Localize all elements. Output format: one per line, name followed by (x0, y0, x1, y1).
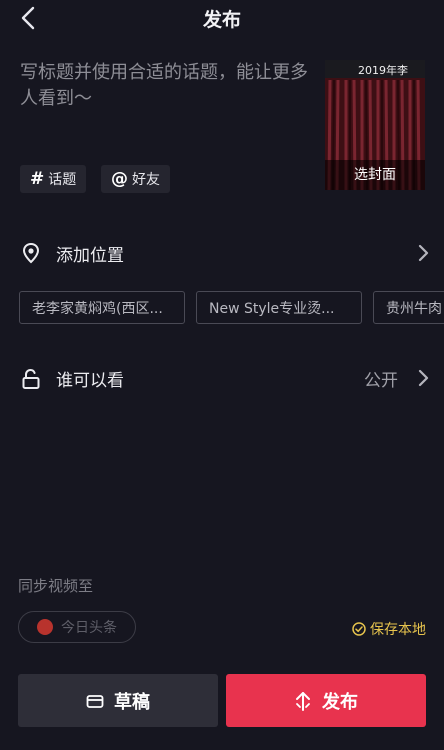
save-local-label: 保存本地 (370, 622, 426, 638)
hashtag-chip[interactable]: # 话题 (20, 165, 87, 193)
location-suggestion[interactable]: 贵州牛肉 (373, 291, 444, 324)
save-local-toggle[interactable]: 保存本地 (352, 619, 426, 639)
toutiao-label: 今日头条 (61, 620, 117, 636)
svg-text:2019年李: 2019年李 (358, 63, 408, 77)
add-location-label: 添加位置 (56, 245, 124, 266)
sync-toutiao-toggle[interactable]: 今日头条 (18, 611, 136, 643)
hashtag-chip-label: 话题 (48, 172, 77, 188)
mention-icon: @ (111, 169, 128, 189)
caption-input[interactable]: 写标题并使用合适的话题，能让更多人看到～ (20, 60, 316, 112)
add-location-row[interactable]: 添加位置 (0, 233, 444, 273)
location-suggestion[interactable]: New Style专业烫... (196, 291, 362, 324)
publish-button-label: 发布 (322, 691, 358, 713)
toutiao-icon (37, 619, 53, 635)
unlock-icon (22, 368, 40, 389)
chevron-right-icon (418, 369, 429, 387)
location-pin-icon (22, 242, 40, 264)
mention-chip-label: 好友 (132, 172, 160, 188)
sync-to-label: 同步视频至 (18, 577, 94, 595)
chevron-right-icon (418, 244, 429, 262)
hashtag-icon: # (30, 169, 45, 189)
visibility-value: 公开 (364, 370, 398, 391)
draft-button-label: 草稿 (114, 691, 150, 713)
check-circle-icon (352, 622, 366, 636)
top-bar: 发布 (0, 0, 444, 36)
draft-button[interactable]: 草稿 (18, 674, 218, 727)
mention-chip[interactable]: @ 好友 (101, 165, 170, 193)
publish-button[interactable]: 发布 (226, 674, 426, 727)
select-cover-label[interactable]: 选封面 (325, 160, 425, 190)
visibility-label: 谁可以看 (56, 370, 124, 391)
cover-thumbnail[interactable]: 2019年李 选封面 (325, 60, 425, 190)
draft-box-icon (86, 694, 104, 708)
visibility-row[interactable]: 谁可以看 公开 (0, 358, 444, 398)
page-title: 发布 (202, 9, 241, 31)
location-suggestion[interactable]: 老李家黄焖鸡(西区... (19, 291, 185, 324)
publish-arrow-icon (296, 691, 310, 711)
